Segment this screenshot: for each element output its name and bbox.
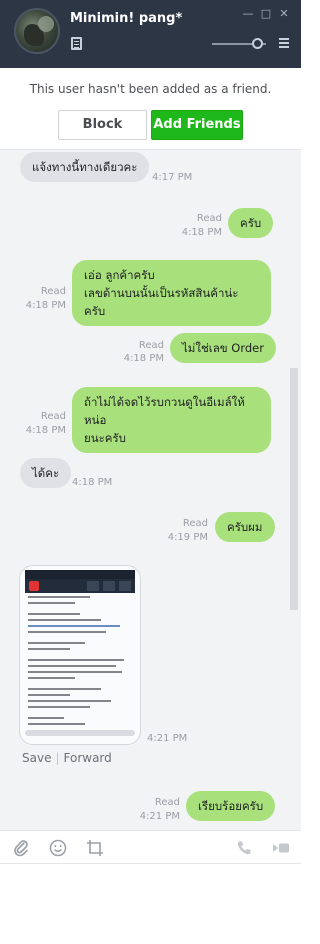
avatar-highlight xyxy=(38,16,54,32)
message-time: 4:18 PM xyxy=(25,300,66,311)
contact-avatar[interactable] xyxy=(14,8,60,54)
screenshot-bottom-bar xyxy=(25,730,135,736)
friend-notice: This user hasn't been added as a friend.… xyxy=(0,68,301,150)
scrollbar-thumb[interactable] xyxy=(290,368,298,610)
message-bubble-incoming[interactable]: ได้คะ xyxy=(20,458,72,488)
message-line: เลขด้านบนนั้นเป็นรหัสสินค้าน่ะครับ xyxy=(84,286,239,318)
chat-header: Minimin! pang* — □ ✕ xyxy=(0,0,301,68)
image-actions: Save | Forward xyxy=(22,751,112,765)
minimize-button[interactable]: — xyxy=(242,8,254,20)
message-bubble-outgoing[interactable]: เอ่อ ลูกค้าครับ เลขด้านบนนั้นเป็นรหัสสิน… xyxy=(72,260,271,326)
message-time: 4:19 PM xyxy=(167,532,208,543)
add-friends-button[interactable]: Add Friends xyxy=(151,110,243,140)
screenshot-status-bar xyxy=(25,570,135,579)
read-receipt: Read xyxy=(40,286,66,297)
message-time: 4:18 PM xyxy=(72,477,113,488)
read-receipt: Read xyxy=(40,411,66,422)
message-bubble-outgoing[interactable]: ถ้าไม่ได้จดไว้รบกวนดูในอีเมล์ให้หน่อ ยนะ… xyxy=(72,387,271,453)
message-bubble-incoming[interactable]: แจ้งทางนี้ทางเดียวคะ xyxy=(20,152,150,182)
read-receipt: Read xyxy=(138,340,164,351)
memo-icon[interactable] xyxy=(71,37,82,50)
read-receipt: Read xyxy=(182,518,208,529)
message-time: 4:18 PM xyxy=(181,227,222,238)
opacity-slider-knob[interactable] xyxy=(252,38,263,49)
close-button[interactable]: ✕ xyxy=(278,8,290,20)
save-link[interactable]: Save xyxy=(22,751,51,765)
message-line: ถ้าไม่ได้จดไว้รบกวนดูในอีเมล์ให้หน่อ xyxy=(84,395,245,427)
menu-icon[interactable] xyxy=(279,38,289,48)
message-bubble-outgoing[interactable]: ครับผม xyxy=(215,512,275,542)
read-receipt: Read xyxy=(196,213,222,224)
input-toolbar xyxy=(0,830,301,864)
forward-link[interactable]: Forward xyxy=(64,751,112,765)
message-line: เอ่อ ลูกค้าครับ xyxy=(84,268,155,282)
screenshot-receipt-content xyxy=(28,596,132,729)
image-message[interactable] xyxy=(19,565,141,745)
read-receipt: Read xyxy=(154,797,180,808)
phone-icon[interactable] xyxy=(236,839,252,857)
message-time: 4:18 PM xyxy=(123,353,164,364)
message-bubble-outgoing[interactable]: เรียบร้อยครับ xyxy=(186,791,276,821)
screenshot-toolbar xyxy=(25,579,135,593)
message-time: 4:18 PM xyxy=(25,425,66,436)
maximize-button[interactable]: □ xyxy=(260,8,272,20)
friend-notice-text: This user hasn't been added as a friend. xyxy=(29,82,272,96)
message-time: 4:17 PM xyxy=(152,172,193,183)
message-time: 4:21 PM xyxy=(139,811,180,822)
message-bubble-outgoing[interactable]: ครับ xyxy=(228,208,274,238)
message-bubble-outgoing[interactable]: ไม่ใช่เลข Order xyxy=(170,333,276,363)
contact-name: Minimin! pang* xyxy=(70,11,183,26)
crop-icon[interactable] xyxy=(86,839,104,857)
message-time: 4:21 PM xyxy=(147,733,188,744)
message-line: ยนะครับ xyxy=(84,431,126,445)
separator: | xyxy=(55,751,60,765)
smiley-icon[interactable] xyxy=(49,839,67,857)
video-camera-icon[interactable] xyxy=(272,839,290,857)
paperclip-icon[interactable] xyxy=(12,839,30,857)
block-button[interactable]: Block xyxy=(58,110,147,140)
message-input[interactable] xyxy=(0,864,301,944)
